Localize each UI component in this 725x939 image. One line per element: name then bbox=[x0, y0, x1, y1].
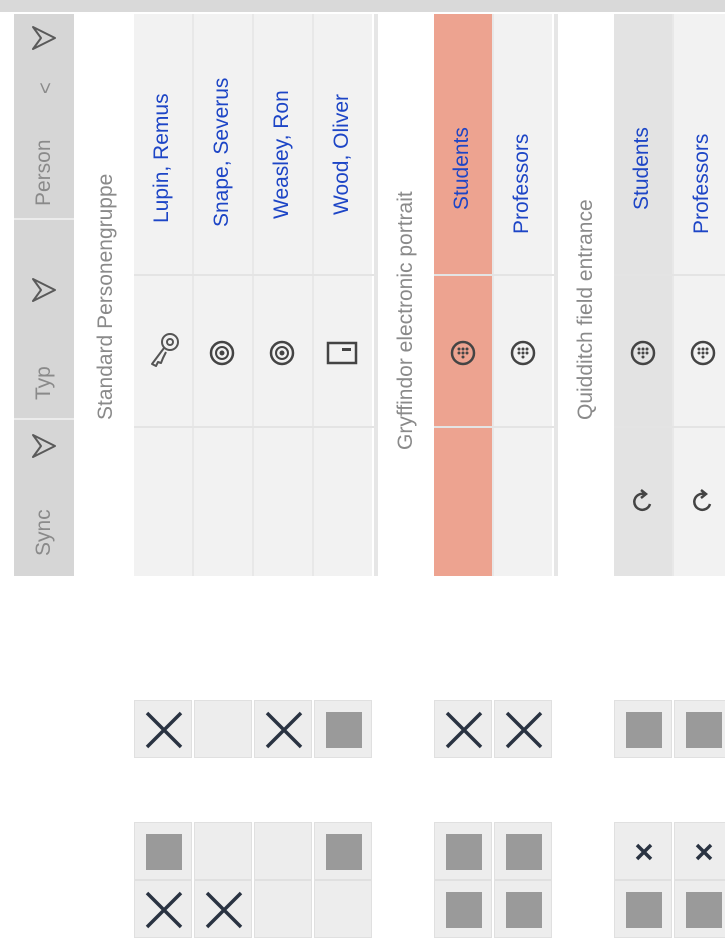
x-icon bbox=[145, 711, 183, 749]
key-transponder-icon bbox=[151, 333, 179, 367]
matrix-cell-authorized[interactable] bbox=[134, 880, 192, 938]
header-row-divider bbox=[434, 274, 554, 276]
grey-square-icon bbox=[146, 834, 182, 870]
matrix-cell-not-authorizable[interactable] bbox=[134, 822, 192, 880]
matrix-cell-not-authorizable[interactable] bbox=[494, 822, 552, 880]
filter-divider bbox=[14, 418, 74, 420]
filter-divider bbox=[14, 218, 74, 220]
grey-square-icon bbox=[626, 712, 662, 748]
person-name[interactable]: Snape, Severus bbox=[210, 78, 234, 227]
person-name[interactable]: Students bbox=[450, 127, 474, 210]
matrix-cell-not-authorizable[interactable] bbox=[314, 700, 372, 758]
matrix-cell-empty[interactable] bbox=[314, 880, 372, 938]
small-x-icon bbox=[695, 843, 713, 861]
header-row-divider bbox=[614, 274, 725, 276]
matrix-cell-authorized[interactable] bbox=[494, 700, 552, 758]
matrix-cell-authorized-small[interactable] bbox=[674, 822, 725, 880]
matrix-cell-empty[interactable] bbox=[254, 822, 312, 880]
header-row-divider bbox=[134, 274, 374, 276]
header-row-divider bbox=[434, 426, 554, 428]
funnel-icon[interactable] bbox=[30, 276, 58, 304]
grey-square-icon bbox=[686, 892, 722, 928]
matrix-cell-authorized[interactable] bbox=[434, 700, 492, 758]
header-row-divider bbox=[134, 426, 374, 428]
matrix-cell-authorized[interactable] bbox=[194, 880, 252, 938]
matrix-cell-not-authorizable[interactable] bbox=[674, 880, 725, 938]
matrix-cell-not-authorizable[interactable] bbox=[434, 880, 492, 938]
x-icon bbox=[505, 711, 543, 749]
matrix-cell-not-authorizable[interactable] bbox=[494, 880, 552, 938]
grey-square-icon bbox=[326, 834, 362, 870]
grey-square-icon bbox=[686, 712, 722, 748]
keypad-icon bbox=[690, 340, 716, 366]
x-icon bbox=[145, 891, 183, 929]
matrix-cell-not-authorizable[interactable] bbox=[614, 700, 672, 758]
x-icon bbox=[205, 891, 243, 929]
sort-indicator[interactable]: < bbox=[34, 82, 58, 94]
group-title: Gryffindor electronic portrait bbox=[394, 191, 417, 450]
column-divider bbox=[252, 14, 254, 576]
person-column-gryffindor-professors[interactable] bbox=[494, 14, 552, 576]
person-column-gryffindor-students[interactable] bbox=[434, 14, 492, 576]
matrix-cell-authorized[interactable] bbox=[134, 700, 192, 758]
keypad-icon bbox=[510, 340, 536, 366]
grey-square-icon bbox=[626, 892, 662, 928]
column-divider bbox=[672, 14, 674, 576]
person-name[interactable]: Weasley, Ron bbox=[270, 90, 294, 219]
header-row-divider bbox=[614, 426, 725, 428]
keypad-icon bbox=[630, 340, 656, 366]
column-divider bbox=[312, 14, 314, 576]
card-icon bbox=[326, 341, 358, 365]
matrix-cell-empty[interactable] bbox=[194, 700, 252, 758]
sync-icon[interactable] bbox=[630, 488, 656, 516]
matrix-cell-not-authorizable[interactable] bbox=[314, 822, 372, 880]
person-name[interactable]: Students bbox=[630, 127, 654, 210]
pin-code-transponder-icon bbox=[269, 340, 295, 366]
matrix-cell-not-authorizable[interactable] bbox=[614, 880, 672, 938]
small-x-icon bbox=[635, 843, 653, 861]
person-name[interactable]: Professors bbox=[690, 134, 714, 234]
window-top-border bbox=[0, 0, 725, 12]
group-title: Quidditch field entrance bbox=[574, 199, 597, 420]
group-title: Standard Personengruppe bbox=[94, 173, 117, 420]
keypad-icon bbox=[450, 340, 476, 366]
person-name[interactable]: Wood, Oliver bbox=[330, 94, 354, 215]
matrix-cell-not-authorizable[interactable] bbox=[434, 822, 492, 880]
sync-icon[interactable] bbox=[690, 488, 716, 516]
grey-square-icon bbox=[446, 892, 482, 928]
column-divider bbox=[492, 14, 494, 576]
grey-square-icon bbox=[506, 834, 542, 870]
grey-square-icon bbox=[506, 892, 542, 928]
grey-square-icon bbox=[326, 712, 362, 748]
typ-filter-label: Typ bbox=[32, 366, 55, 400]
pin-code-transponder-icon bbox=[209, 340, 235, 366]
x-icon bbox=[445, 711, 483, 749]
matrix-cell-empty[interactable] bbox=[254, 880, 312, 938]
person-name[interactable]: Lupin, Remus bbox=[150, 93, 174, 223]
funnel-icon[interactable] bbox=[30, 432, 58, 460]
column-divider bbox=[192, 14, 194, 576]
person-name[interactable]: Professors bbox=[510, 134, 534, 234]
matrix-cell-not-authorizable[interactable] bbox=[674, 700, 725, 758]
matrix-cell-authorized[interactable] bbox=[254, 700, 312, 758]
sync-filter-label: Sync bbox=[32, 509, 55, 556]
grey-square-icon bbox=[446, 834, 482, 870]
person-filter-label: Person bbox=[32, 139, 55, 206]
x-icon bbox=[265, 711, 303, 749]
matrix-cell-authorized-small[interactable] bbox=[614, 822, 672, 880]
matrix-cell-empty[interactable] bbox=[194, 822, 252, 880]
funnel-icon[interactable] bbox=[30, 24, 58, 52]
